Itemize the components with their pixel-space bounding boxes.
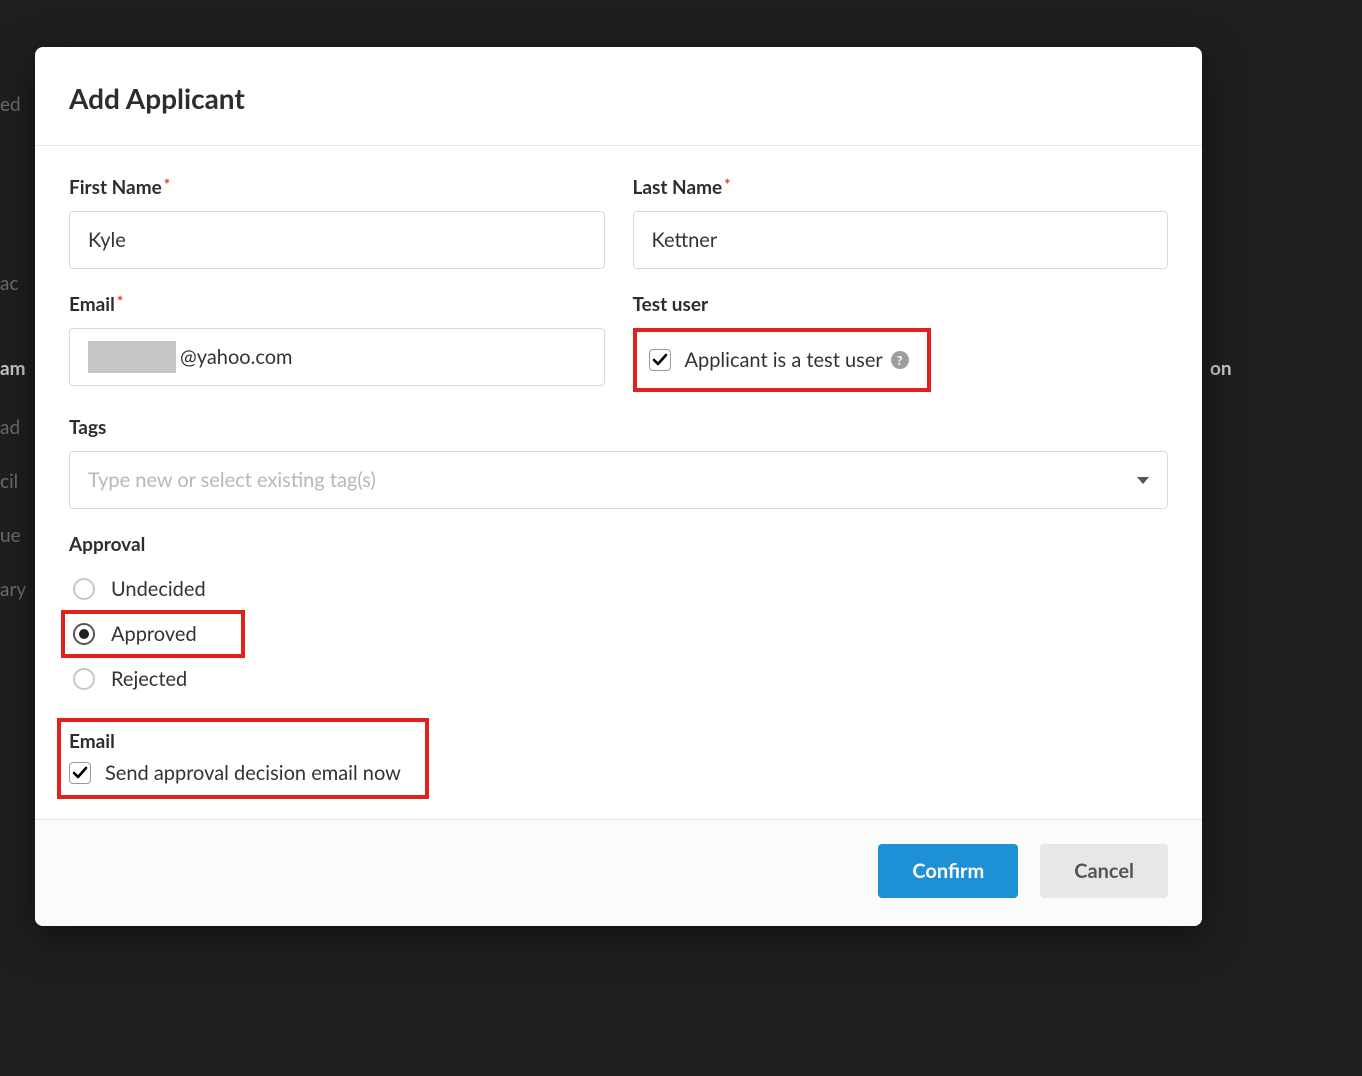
bg-text: ac — [0, 272, 19, 295]
approval-radio-rejected[interactable]: Rejected — [69, 658, 1168, 700]
radio-label: Approved — [111, 622, 197, 646]
required-asterisk: * — [117, 293, 123, 311]
chevron-down-icon — [1137, 477, 1149, 484]
bg-text: ad — [0, 416, 20, 439]
check-icon — [652, 352, 668, 368]
bg-text: am — [0, 357, 26, 380]
email-label: Email* — [69, 293, 605, 316]
help-icon[interactable]: ? — [891, 351, 909, 369]
send-email-highlight: Email Send approval decision email now — [57, 718, 429, 799]
test-user-checkbox-label: Applicant is a test user ? — [685, 348, 909, 372]
last-name-label: Last Name* — [633, 176, 1169, 199]
radio-icon — [73, 668, 95, 690]
cancel-button[interactable]: Cancel — [1040, 844, 1168, 898]
radio-label: Undecided — [111, 577, 206, 601]
modal-body: First Name* Last Name* Email* @yahoo.com — [35, 146, 1202, 819]
modal-header: Add Applicant — [35, 47, 1202, 146]
email-redacted — [88, 341, 176, 373]
test-user-checkbox[interactable] — [649, 349, 671, 371]
bg-text: ary — [0, 578, 26, 601]
test-user-label: Test user — [633, 293, 1169, 316]
check-icon — [72, 765, 88, 781]
first-name-input[interactable] — [69, 211, 605, 269]
tags-label: Tags — [69, 416, 1168, 439]
approval-radio-approved[interactable]: Approved — [69, 616, 201, 652]
radio-label: Rejected — [111, 667, 187, 691]
required-asterisk: * — [724, 176, 730, 194]
approval-label: Approval — [69, 533, 1168, 556]
tags-input[interactable]: Type new or select existing tag(s) — [69, 451, 1168, 509]
modal-title: Add Applicant — [69, 81, 1168, 115]
send-email-checkbox[interactable] — [69, 762, 91, 784]
required-asterisk: * — [164, 176, 170, 194]
tags-placeholder: Type new or select existing tag(s) — [88, 468, 376, 492]
bg-text: cil — [0, 470, 18, 493]
send-email-checkbox-label: Send approval decision email now — [105, 761, 401, 785]
radio-icon — [73, 623, 95, 645]
send-email-section-label: Email — [69, 730, 401, 753]
approval-radio-undecided[interactable]: Undecided — [69, 568, 1168, 610]
confirm-button[interactable]: Confirm — [878, 844, 1018, 898]
modal-footer: Confirm Cancel — [35, 819, 1202, 926]
bg-text: ue — [0, 524, 21, 547]
add-applicant-modal: Add Applicant First Name* Last Name* Ema… — [35, 47, 1202, 926]
bg-text: on — [1210, 357, 1232, 380]
test-user-highlight: Applicant is a test user ? — [633, 328, 931, 392]
approval-highlight: Approved — [61, 610, 245, 658]
email-input[interactable]: @yahoo.com — [69, 328, 605, 386]
bg-text: ed — [0, 93, 21, 116]
radio-icon — [73, 578, 95, 600]
last-name-input[interactable] — [633, 211, 1169, 269]
first-name-label: First Name* — [69, 176, 605, 199]
email-domain: @yahoo.com — [180, 345, 293, 369]
